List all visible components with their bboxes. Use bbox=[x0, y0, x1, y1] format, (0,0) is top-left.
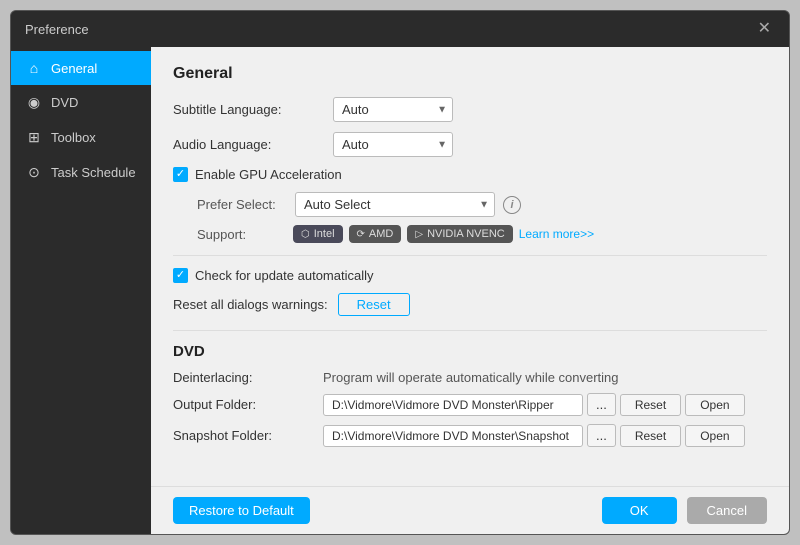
gpu-checkbox[interactable]: ✓ bbox=[173, 167, 188, 182]
check-update-row: ✓ Check for update automatically bbox=[173, 268, 767, 283]
output-folder-row: Output Folder: ... Reset Open bbox=[173, 393, 767, 416]
toolbox-icon: ⊞ bbox=[25, 129, 43, 146]
gpu-section: ✓ Enable GPU Acceleration Prefer Select:… bbox=[173, 167, 767, 243]
gpu-sub-options: Prefer Select: Auto Select Intel AMD NVI… bbox=[197, 192, 767, 243]
divider-2 bbox=[173, 330, 767, 331]
reset-dialogs-button[interactable]: Reset bbox=[338, 293, 410, 316]
prefer-select-row: Prefer Select: Auto Select Intel AMD NVI… bbox=[197, 192, 767, 217]
nvidia-icon: ▷ bbox=[415, 229, 423, 240]
snapshot-folder-ellipsis-button[interactable]: ... bbox=[587, 424, 616, 447]
nvidia-chip: ▷ NVIDIA NVENC bbox=[407, 225, 512, 243]
snapshot-folder-path-row: ... Reset Open bbox=[323, 424, 745, 447]
sidebar-item-toolbox[interactable]: ⊞ Toolbox bbox=[11, 120, 151, 155]
check-update-checkbox[interactable]: ✓ bbox=[173, 268, 188, 283]
divider-1 bbox=[173, 255, 767, 256]
support-label: Support: bbox=[197, 227, 287, 242]
gpu-checkmark-icon: ✓ bbox=[176, 169, 185, 180]
subtitle-language-label: Subtitle Language: bbox=[173, 102, 333, 117]
sidebar-item-task-schedule-label: Task Schedule bbox=[51, 165, 136, 180]
reset-dialogs-label: Reset all dialogs warnings: bbox=[173, 297, 328, 312]
dialog-content: ⌂ General ◉ DVD ⊞ Toolbox ⊙ Task Schedul… bbox=[11, 47, 789, 534]
sidebar-item-dvd[interactable]: ◉ DVD bbox=[11, 85, 151, 120]
cancel-button[interactable]: Cancel bbox=[687, 497, 767, 524]
deinterlacing-label: Deinterlacing: bbox=[173, 370, 323, 385]
sidebar-item-general[interactable]: ⌂ General bbox=[11, 51, 151, 85]
intel-chip: ⬡ Intel bbox=[293, 225, 343, 243]
snapshot-folder-input[interactable] bbox=[323, 425, 583, 447]
audio-language-select-wrapper: Auto English Chinese ▼ bbox=[333, 132, 453, 157]
close-button[interactable]: ✕ bbox=[754, 19, 775, 39]
sidebar-item-dvd-label: DVD bbox=[51, 95, 78, 110]
output-folder-reset-button[interactable]: Reset bbox=[620, 394, 681, 416]
sidebar-item-toolbox-label: Toolbox bbox=[51, 130, 96, 145]
general-section-title: General bbox=[173, 65, 767, 83]
prefer-select-label: Prefer Select: bbox=[197, 197, 287, 212]
support-row: Support: ⬡ Intel ⟳ AMD ▷ NVIDIA NVENC bbox=[197, 225, 767, 243]
nvidia-label: NVIDIA NVENC bbox=[427, 228, 505, 240]
output-folder-ellipsis-button[interactable]: ... bbox=[587, 393, 616, 416]
gpu-checkbox-row: ✓ Enable GPU Acceleration bbox=[173, 167, 767, 182]
audio-language-select[interactable]: Auto English Chinese bbox=[333, 132, 453, 157]
intel-label: Intel bbox=[314, 228, 335, 240]
sidebar: ⌂ General ◉ DVD ⊞ Toolbox ⊙ Task Schedul… bbox=[11, 47, 151, 534]
amd-icon: ⟳ bbox=[357, 229, 365, 240]
output-folder-label: Output Folder: bbox=[173, 397, 323, 412]
dvd-icon: ◉ bbox=[25, 94, 43, 111]
subtitle-language-select-wrapper: Auto English Chinese ▼ bbox=[333, 97, 453, 122]
snapshot-folder-row: Snapshot Folder: ... Reset Open bbox=[173, 424, 767, 447]
schedule-icon: ⊙ bbox=[25, 164, 43, 181]
deinterlacing-row: Deinterlacing: Program will operate auto… bbox=[173, 370, 767, 385]
footer: Restore to Default OK Cancel bbox=[151, 486, 789, 534]
check-update-label: Check for update automatically bbox=[195, 268, 373, 283]
snapshot-folder-reset-button[interactable]: Reset bbox=[620, 425, 681, 447]
output-folder-open-button[interactable]: Open bbox=[685, 394, 744, 416]
subtitle-language-select[interactable]: Auto English Chinese bbox=[333, 97, 453, 122]
subtitle-language-row: Subtitle Language: Auto English Chinese … bbox=[173, 97, 767, 122]
dialog-title: Preference bbox=[25, 22, 89, 37]
title-bar: Preference ✕ bbox=[11, 11, 789, 47]
prefer-select-wrapper: Auto Select Intel AMD NVIDIA NVENC ▼ bbox=[295, 192, 495, 217]
preference-dialog: Preference ✕ ⌂ General ◉ DVD ⊞ Toolbox ⊙… bbox=[10, 10, 790, 535]
home-icon: ⌂ bbox=[25, 60, 43, 76]
snapshot-folder-open-button[interactable]: Open bbox=[685, 425, 744, 447]
restore-default-button[interactable]: Restore to Default bbox=[173, 497, 310, 524]
main-panel: General Subtitle Language: Auto English … bbox=[151, 47, 789, 534]
reset-dialogs-row: Reset all dialogs warnings: Reset bbox=[173, 293, 767, 316]
sidebar-item-general-label: General bbox=[51, 61, 97, 76]
snapshot-folder-label: Snapshot Folder: bbox=[173, 428, 323, 443]
sidebar-item-task-schedule[interactable]: ⊙ Task Schedule bbox=[11, 155, 151, 190]
audio-language-label: Audio Language: bbox=[173, 137, 333, 152]
ok-button[interactable]: OK bbox=[602, 497, 677, 524]
prefer-select[interactable]: Auto Select Intel AMD NVIDIA NVENC bbox=[295, 192, 495, 217]
amd-label: AMD bbox=[369, 228, 393, 240]
output-folder-input[interactable] bbox=[323, 394, 583, 416]
learn-more-link[interactable]: Learn more>> bbox=[519, 227, 594, 241]
audio-language-row: Audio Language: Auto English Chinese ▼ bbox=[173, 132, 767, 157]
dvd-section-title: DVD bbox=[173, 343, 767, 360]
check-update-checkmark-icon: ✓ bbox=[176, 270, 185, 281]
gpu-checkbox-label: Enable GPU Acceleration bbox=[195, 167, 342, 182]
amd-chip: ⟳ AMD bbox=[349, 225, 402, 243]
intel-icon: ⬡ bbox=[301, 229, 310, 240]
output-folder-path-row: ... Reset Open bbox=[323, 393, 745, 416]
footer-right-buttons: OK Cancel bbox=[602, 497, 767, 524]
info-icon[interactable]: i bbox=[503, 196, 521, 214]
deinterlacing-value: Program will operate automatically while… bbox=[323, 370, 619, 385]
